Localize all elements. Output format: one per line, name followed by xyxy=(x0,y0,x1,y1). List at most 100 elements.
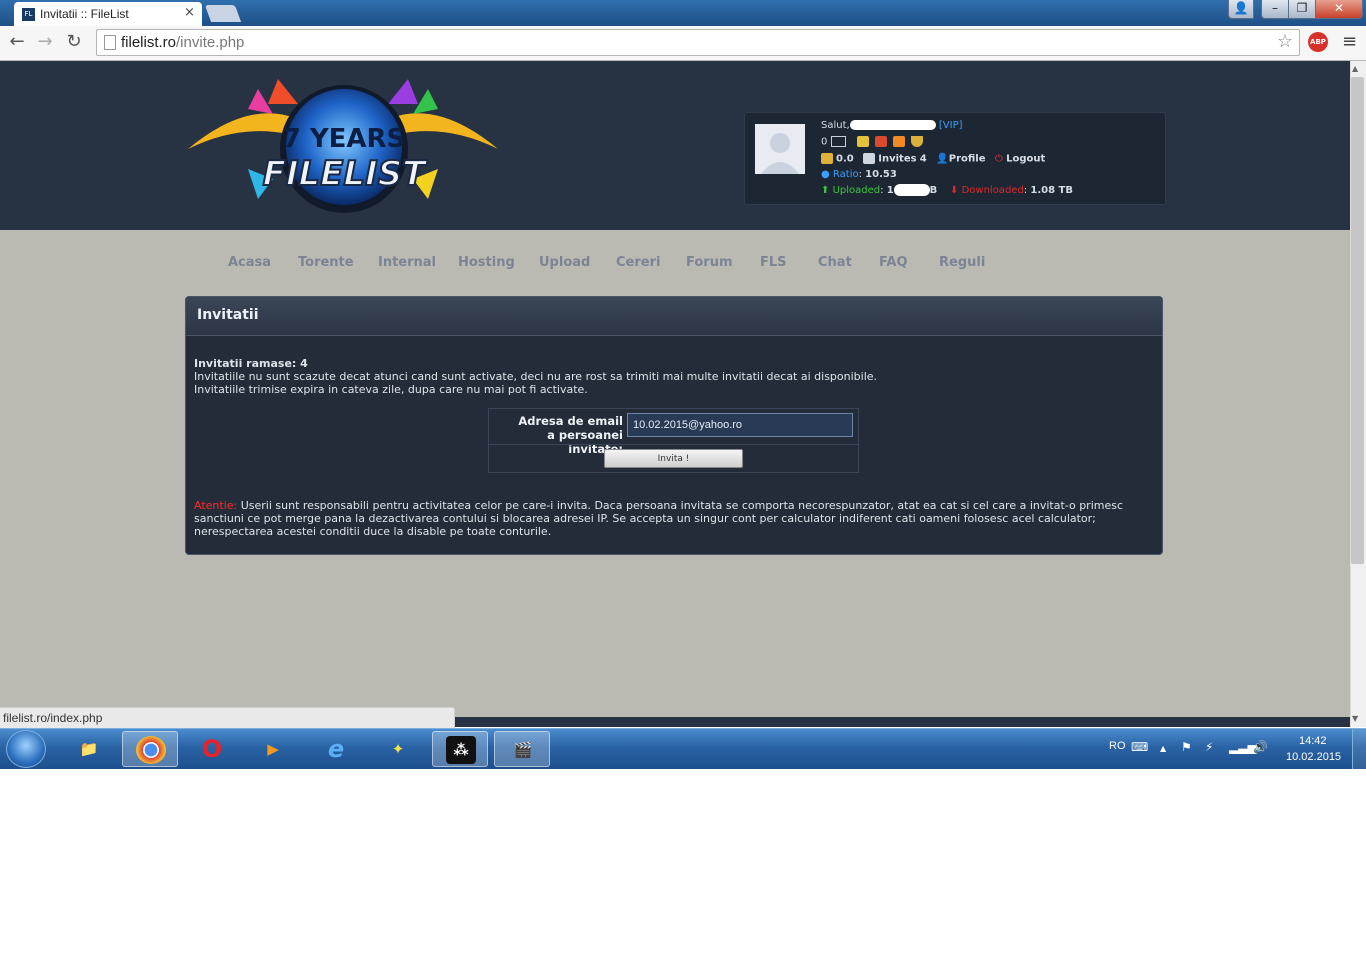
chrome-icon: ● xyxy=(136,736,166,764)
taskbar-opera[interactable]: O xyxy=(184,731,240,767)
filelist-7-years-logo[interactable]: 7 YEARS FILELIST xyxy=(188,79,498,219)
panel-header: Invitatii xyxy=(186,297,1162,336)
uploaded-label: Uploaded xyxy=(832,185,881,196)
nav-reguli[interactable]: Reguli xyxy=(939,255,985,270)
scroll-up-arrow-icon[interactable]: ▲ xyxy=(1352,64,1358,73)
user-info-box: Salut, [VIP] 0 0.0 Invites 4 👤Profile ⏻ … xyxy=(744,112,1166,205)
scrollbar-thumb[interactable] xyxy=(1351,77,1364,564)
browser-tab[interactable]: FL Invitatii :: FileList × xyxy=(14,2,202,26)
email-field-label: Adresa de email a persoanei invitate: xyxy=(489,409,623,456)
movie-icon: 🎬 xyxy=(513,741,533,759)
redacted-username xyxy=(849,120,936,130)
taskbar-movie[interactable]: 🎬 xyxy=(494,731,550,767)
back-arrow-icon[interactable]: ← xyxy=(6,30,28,54)
email-label-line-2: a persoanei invitate: xyxy=(547,428,623,456)
reload-icon[interactable]: ↻ xyxy=(63,30,85,54)
app-icon: ✦ xyxy=(391,740,405,758)
nav-faq[interactable]: FAQ xyxy=(879,255,908,270)
page-footer-strip xyxy=(454,717,1350,727)
profile-link[interactable]: Profile xyxy=(949,154,986,165)
adblock-plus-icon[interactable]: ABP xyxy=(1308,32,1328,52)
nav-forum[interactable]: Forum xyxy=(686,255,733,270)
language-indicator[interactable]: RO xyxy=(1109,740,1126,752)
invite-panel: Invitatii Invitatii ramase: 4 Invitatiil… xyxy=(185,296,1163,555)
action-center-flag-icon[interactable]: ⚑ xyxy=(1181,740,1192,754)
new-tab-button[interactable] xyxy=(204,5,242,22)
warning-line-1: Userii sunt responsabili pentru activita… xyxy=(237,499,1124,512)
nav-upload[interactable]: Upload xyxy=(539,255,590,270)
status-bubble: filelist.ro/index.php xyxy=(0,707,455,730)
scroll-down-arrow-icon[interactable]: ▼ xyxy=(1352,714,1358,723)
invites-icon xyxy=(863,153,876,164)
nav-internal[interactable]: Internal xyxy=(378,255,436,270)
invites-remaining: Invitatii ramase: 4 xyxy=(194,357,308,370)
url-path: /invite.php xyxy=(176,34,245,51)
page-viewport: 7 YEARS FILELIST Salut, [VIP] 0 0.0 Invi… xyxy=(0,61,1350,717)
address-bar[interactable]: filelist.ro/invite.php ☆ xyxy=(96,29,1300,56)
stats-line: 0.0 Invites 4 👤Profile ⏻ Logout xyxy=(821,153,1045,165)
maximize-button[interactable]: ❐ xyxy=(1288,0,1316,19)
envelope-icon[interactable] xyxy=(830,136,846,147)
clock-date[interactable]: 10.02.2015 xyxy=(1286,751,1341,763)
taskbar-ie[interactable]: e xyxy=(308,731,364,767)
volume-icon[interactable]: 🔊 xyxy=(1253,740,1268,754)
panel-title: Invitatii xyxy=(197,307,259,323)
close-window-button[interactable]: ✕ xyxy=(1315,0,1363,19)
taskbar-chrome[interactable]: ● xyxy=(122,731,178,767)
window-titlebar xyxy=(0,0,1366,26)
minimize-button[interactable]: – xyxy=(1261,0,1289,19)
taskbar-media[interactable]: ▶ xyxy=(245,731,301,767)
uploaded-suffix: B xyxy=(929,185,938,196)
downloaded-value: 1.08 TB xyxy=(1030,185,1073,196)
taskbar-explorer[interactable]: 📁 xyxy=(61,731,117,767)
chrome-menu-icon[interactable]: ≡ xyxy=(1342,31,1357,52)
folder-icon: 📁 xyxy=(79,740,99,758)
downloaded-label: Downloaded xyxy=(961,185,1024,196)
nav-hosting[interactable]: Hosting xyxy=(458,255,515,270)
rss-icon[interactable] xyxy=(893,136,906,147)
nav-cereri[interactable]: Cereri xyxy=(616,255,660,270)
profile-user-icon[interactable]: 👤 xyxy=(1228,0,1254,19)
bookmark-star-icon[interactable]: ☆ xyxy=(1277,31,1293,52)
taskbar-app[interactable]: ✦ xyxy=(370,731,426,767)
gift-icon[interactable] xyxy=(856,136,869,147)
keyboard-icon[interactable]: ⌨ xyxy=(1131,740,1148,754)
opera-icon: O xyxy=(201,735,223,763)
power-plug-icon[interactable]: ⚡ xyxy=(1205,740,1213,754)
nav-acasa[interactable]: Acasa xyxy=(228,255,271,270)
invites-count: 4 xyxy=(919,153,927,165)
redacted-uploaded xyxy=(893,184,930,196)
messages-line: 0 xyxy=(821,136,926,148)
ratio-value: 10.53 xyxy=(865,169,897,180)
url-text[interactable]: filelist.ro/invite.php xyxy=(121,34,244,51)
email-label-line-1: Adresa de email xyxy=(518,414,623,428)
invite-info-line-1: Invitatiile nu sunt scazute decat atunci… xyxy=(194,370,878,383)
forward-arrow-icon[interactable]: → xyxy=(34,30,56,54)
nav-fls[interactable]: FLS xyxy=(760,255,787,270)
ratio-globe-icon: ● xyxy=(821,169,830,180)
show-hidden-icons-icon[interactable]: ▲ xyxy=(1160,744,1166,753)
nav-torente[interactable]: Torente xyxy=(298,255,354,270)
email-input[interactable]: 10.02.2015@yahoo.ro xyxy=(627,413,853,437)
show-desktop-button[interactable] xyxy=(1352,729,1366,769)
avatar[interactable] xyxy=(755,124,805,174)
media-player-icon: ▶ xyxy=(267,740,279,758)
rank-badge[interactable]: [VIP] xyxy=(939,120,963,131)
logout-link[interactable]: Logout xyxy=(1006,154,1045,165)
nav-chat[interactable]: Chat xyxy=(818,255,852,270)
blackberry-icon: ⁂ xyxy=(446,736,476,764)
url-host: filelist.ro xyxy=(121,34,177,51)
shop-icon[interactable] xyxy=(874,136,887,147)
invite-form: Adresa de email a persoanei invitate: 10… xyxy=(488,408,859,473)
trophy-icon[interactable] xyxy=(911,136,924,147)
download-arrow-icon: ⬇ xyxy=(950,185,959,196)
power-icon: ⏻ xyxy=(995,153,1003,165)
start-button[interactable] xyxy=(6,730,46,768)
site-header: 7 YEARS FILELIST Salut, [VIP] 0 0.0 Invi… xyxy=(0,61,1350,230)
tab-close-icon[interactable]: × xyxy=(184,5,195,20)
clock-time[interactable]: 14:42 xyxy=(1299,735,1327,747)
invites-link[interactable]: Invites xyxy=(878,154,916,165)
page-icon xyxy=(104,35,116,50)
invite-button[interactable]: Invita ! xyxy=(604,449,743,468)
taskbar-blackberry[interactable]: ⁂ xyxy=(432,731,488,767)
